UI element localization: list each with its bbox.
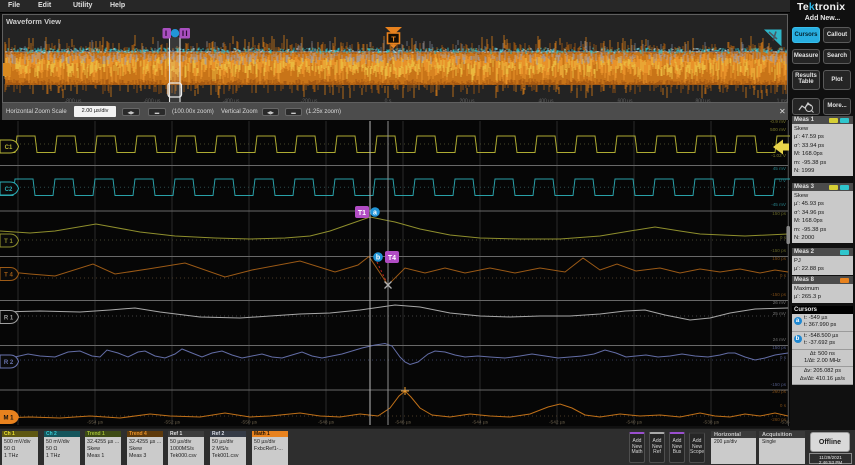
- svg-text:-150 ps: -150 ps: [771, 248, 787, 253]
- svg-text:-150 ps: -150 ps: [771, 292, 787, 297]
- svg-text:150 ps: 150 ps: [772, 211, 786, 216]
- svg-text:T1: T1: [358, 210, 366, 217]
- svg-text:a: a: [373, 210, 377, 217]
- svg-text:R 1: R 1: [4, 316, 14, 322]
- svg-text:150 ps: 150 ps: [772, 256, 786, 261]
- svg-text:150 ps: 150 ps: [772, 345, 786, 350]
- svg-text:T 4: T 4: [4, 273, 13, 279]
- svg-text:-150 ps: -150 ps: [771, 382, 787, 387]
- svg-text:b: b: [376, 255, 380, 262]
- svg-text:26 mV: 26 mV: [773, 300, 787, 305]
- svg-text:-200 µs: -200 µs: [301, 99, 318, 103]
- svg-text:-550 µs: -550 µs: [241, 420, 258, 426]
- svg-text:800 µs: 800 µs: [695, 99, 711, 103]
- svg-text:25 mV: 25 mV: [773, 311, 787, 316]
- svg-text:0 V: 0 V: [779, 178, 787, 183]
- svg-text:400 µs: 400 µs: [538, 99, 554, 103]
- svg-text:-536 µs: -536 µs: [780, 420, 790, 426]
- svg-text:-554 µs: -554 µs: [87, 420, 104, 426]
- svg-text:R 2: R 2: [4, 360, 14, 366]
- svg-text:45 mV: 45 mV: [773, 166, 787, 171]
- svg-text:-546 µs: -546 µs: [395, 420, 412, 426]
- svg-text:-548 µs: -548 µs: [318, 420, 335, 426]
- svg-text:-800 µs: -800 µs: [65, 99, 82, 103]
- svg-text:-544 µs: -544 µs: [472, 420, 489, 426]
- svg-text:0 s: 0 s: [780, 273, 787, 278]
- svg-text:-400 µs: -400 µs: [223, 99, 240, 103]
- svg-text:-0.9 mV: -0.9 mV: [770, 120, 787, 124]
- svg-text:260 ps: 260 ps: [772, 389, 786, 394]
- svg-text:T 1: T 1: [4, 239, 13, 245]
- svg-text:1 ms: 1 ms: [777, 99, 787, 103]
- svg-text:C1: C1: [5, 145, 13, 151]
- svg-text:-542 µs: -542 µs: [549, 420, 566, 426]
- svg-text:-538 µs: -538 µs: [703, 420, 720, 426]
- svg-text:500 mV: 500 mV: [770, 127, 787, 132]
- svg-text:0 s: 0 s: [780, 355, 787, 360]
- svg-text:-45 mV: -45 mV: [771, 202, 787, 207]
- svg-text:0 s: 0 s: [385, 99, 392, 103]
- svg-text:T4: T4: [388, 255, 396, 262]
- svg-text:M 1: M 1: [3, 416, 14, 422]
- svg-text:24 mV: 24 mV: [773, 337, 787, 342]
- svg-text:T: T: [391, 35, 396, 44]
- svg-text:200 µs: 200 µs: [459, 99, 475, 103]
- svg-text:-540 µs: -540 µs: [626, 420, 643, 426]
- svg-text:-600 µs: -600 µs: [144, 99, 161, 103]
- svg-text:600 µs: 600 µs: [617, 99, 633, 103]
- svg-text:-552 µs: -552 µs: [164, 420, 181, 426]
- svg-text:0 s: 0 s: [780, 403, 787, 408]
- svg-text:C2: C2: [5, 187, 13, 193]
- svg-text:0 s: 0 s: [780, 235, 787, 240]
- svg-text:-1.02 V: -1.02 V: [771, 153, 787, 158]
